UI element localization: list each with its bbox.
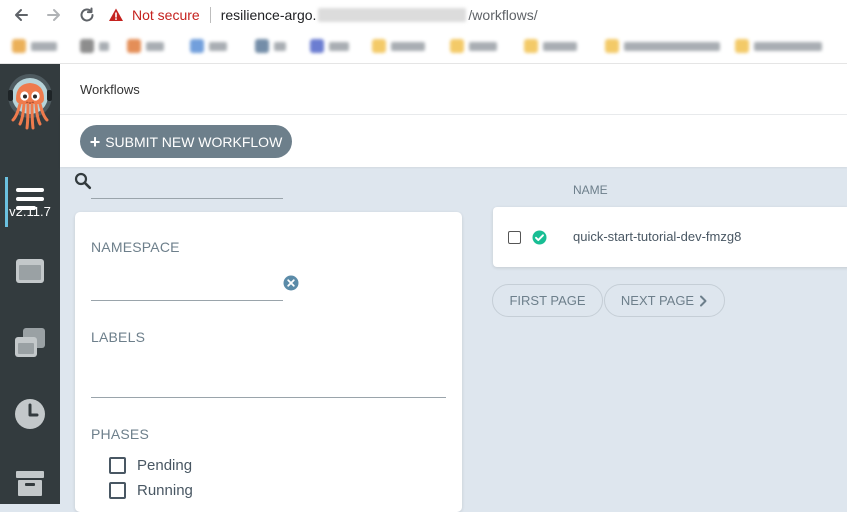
next-page-button[interactable]: NEXT PAGE [604, 284, 725, 317]
nav-cluster-templates[interactable] [13, 326, 47, 360]
nav-workflow-templates[interactable] [13, 254, 47, 288]
phase-option-label: Running [137, 482, 193, 499]
bookmark-item[interactable] [12, 38, 57, 54]
not-secure-label: Not secure [132, 7, 200, 23]
nav-archived-workflows[interactable] [13, 466, 47, 500]
browser-chrome: Not secure resilience-argo. /workflows/ [0, 0, 847, 64]
search-icon [74, 172, 92, 190]
phase-option-running[interactable]: Running [109, 482, 193, 499]
archived-workflows-icon [16, 471, 44, 496]
address-row: Not secure resilience-argo. /workflows/ [0, 0, 847, 30]
plus-icon: + [89, 131, 101, 152]
forward-arrow-icon [47, 9, 60, 21]
workflow-templates-icon [16, 259, 44, 283]
next-page-label: NEXT PAGE [620, 293, 695, 308]
bookmark-item[interactable] [80, 38, 109, 54]
table-row[interactable]: quick-start-tutorial-dev-fmzg8 [493, 207, 847, 267]
bookmark-item[interactable] [127, 38, 164, 54]
clear-namespace-icon[interactable] [283, 275, 299, 291]
status-succeeded-icon [532, 230, 547, 245]
bookmark-item[interactable] [255, 38, 286, 54]
workflows-icon [16, 188, 44, 210]
url-path: /workflows/ [468, 7, 538, 23]
search-input[interactable] [91, 173, 283, 199]
nav-cron-workflows[interactable] [13, 397, 47, 431]
labels-input[interactable] [91, 367, 446, 398]
namespace-label: NAMESPACE [91, 239, 180, 255]
url-separator [209, 7, 211, 23]
bookmark-item[interactable] [605, 38, 720, 54]
submit-new-workflow-label: SUBMIT NEW WORKFLOW [105, 133, 283, 150]
first-page-label: FIRST PAGE [509, 293, 586, 308]
cron-workflows-icon [15, 399, 45, 429]
row-select-checkbox[interactable] [508, 231, 521, 244]
filter-panel: NAMESPACE LABELS PHASES Pending Running [75, 212, 462, 512]
bookmark-item[interactable] [190, 38, 227, 54]
back-button[interactable] [9, 3, 33, 27]
reload-icon [80, 7, 94, 22]
warning-triangle-icon [108, 7, 124, 23]
argo-logo-icon[interactable] [5, 72, 55, 134]
back-arrow-icon [15, 9, 28, 21]
nav-workflows[interactable] [13, 182, 47, 216]
phase-option-pending[interactable]: Pending [109, 457, 192, 474]
toolbar: + SUBMIT NEW WORKFLOW [60, 115, 847, 167]
workflow-name[interactable]: quick-start-tutorial-dev-fmzg8 [573, 229, 741, 244]
url-host: resilience-argo. [220, 7, 317, 23]
bookmark-item[interactable] [450, 38, 497, 54]
first-page-button[interactable]: FIRST PAGE [492, 284, 603, 317]
bookmark-item[interactable] [735, 38, 822, 54]
forward-button[interactable] [42, 3, 66, 27]
cluster-templates-icon [15, 328, 45, 357]
bookmark-item[interactable] [310, 38, 349, 54]
namespace-input[interactable] [91, 274, 283, 301]
reload-button[interactable] [75, 3, 99, 27]
address-bar[interactable]: Not secure resilience-argo. /workflows/ [108, 3, 847, 27]
url-redacted [318, 8, 467, 22]
submit-new-workflow-button[interactable]: + SUBMIT NEW WORKFLOW [80, 125, 292, 158]
chevron-right-icon [700, 295, 707, 306]
phase-option-label: Pending [137, 457, 193, 474]
bookmark-item[interactable] [524, 38, 577, 54]
labels-label: LABELS [91, 329, 146, 345]
phase-checkbox[interactable] [109, 457, 126, 474]
phases-label: PHASES [91, 426, 149, 442]
nav-active-indicator [5, 177, 8, 227]
sidebar: v2.11.7 [0, 64, 60, 504]
phase-checkbox[interactable] [109, 482, 126, 499]
page-title: Workflows [80, 82, 140, 97]
page-header: Workflows [60, 64, 847, 115]
column-header-name: NAME [573, 183, 608, 197]
bookmark-item[interactable] [372, 38, 425, 54]
